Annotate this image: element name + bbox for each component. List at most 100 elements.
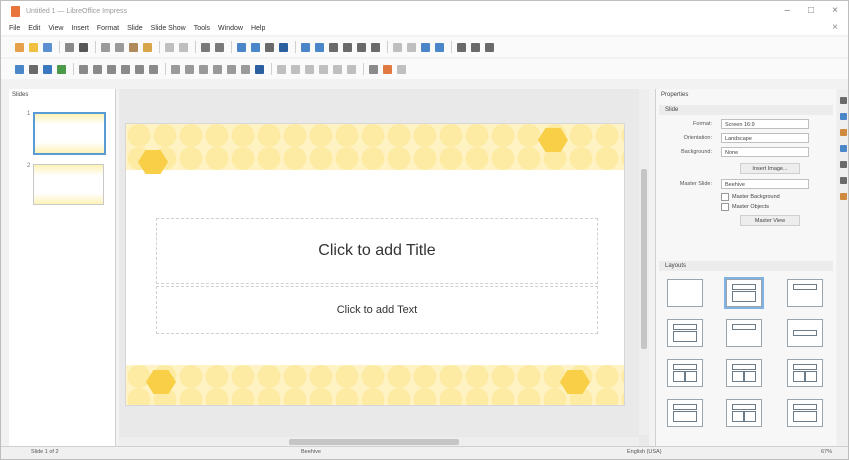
callouts-icon[interactable] — [227, 64, 236, 74]
curves-icon[interactable] — [135, 64, 144, 74]
image-icon[interactable] — [343, 42, 352, 52]
menu-view[interactable]: View — [48, 25, 63, 32]
layout-content-two[interactable] — [726, 359, 762, 387]
layout-four-content[interactable] — [787, 359, 823, 387]
helplines-icon[interactable] — [457, 42, 466, 52]
cut-icon[interactable] — [101, 42, 110, 52]
chart-icon[interactable] — [357, 42, 366, 52]
flowchart-icon[interactable] — [213, 64, 222, 74]
menu-insert[interactable]: Insert — [71, 25, 89, 32]
display-views-icon[interactable] — [237, 42, 246, 52]
insert-image-button[interactable]: Insert Image... — [740, 163, 800, 174]
background-select[interactable]: None — [721, 147, 809, 157]
menu-tools[interactable]: Tools — [194, 25, 210, 32]
start-slideshow-icon[interactable] — [279, 42, 288, 52]
shadow-icon[interactable] — [333, 64, 342, 74]
animation-deck-icon[interactable] — [840, 129, 847, 136]
menu-window[interactable]: Window — [218, 25, 243, 32]
layout-title-only[interactable] — [787, 279, 823, 307]
open-icon[interactable] — [29, 42, 38, 52]
menu-help[interactable]: Help — [251, 25, 265, 32]
layout-title-subtitle[interactable] — [787, 319, 823, 347]
vertical-scrollbar-thumb[interactable] — [641, 169, 647, 349]
undo-icon[interactable] — [165, 42, 174, 52]
layout-title-four[interactable] — [726, 399, 762, 427]
rectangle-icon[interactable] — [93, 64, 102, 74]
format-select[interactable]: Screen 16:9 — [721, 119, 809, 129]
print-icon[interactable] — [79, 42, 88, 52]
align-icon[interactable] — [291, 64, 300, 74]
maximize-icon[interactable]: □ — [808, 5, 814, 17]
master-objects-checkbox[interactable]: Master Objects — [721, 203, 769, 211]
distribute-icon[interactable] — [319, 64, 328, 74]
slide-layout-icon[interactable] — [265, 42, 274, 52]
copy-icon[interactable] — [115, 42, 124, 52]
slide-transition-deck-icon[interactable] — [840, 113, 847, 120]
minimize-icon[interactable]: – — [784, 5, 790, 17]
symbol-shapes-icon[interactable] — [185, 64, 194, 74]
new-icon[interactable] — [15, 42, 24, 52]
menu-slide[interactable]: Slide — [127, 25, 143, 32]
zoom-level[interactable]: 67% — [821, 449, 832, 455]
menu-format[interactable]: Format — [97, 25, 119, 32]
arrow-line-icon[interactable] — [121, 64, 130, 74]
layout-title-six[interactable] — [787, 399, 823, 427]
select-icon[interactable] — [15, 64, 24, 74]
properties-deck-icon[interactable] — [840, 97, 847, 104]
master-slide-icon[interactable] — [251, 42, 260, 52]
vertical-scrollbar[interactable] — [639, 89, 649, 435]
horizontal-scrollbar-thumb[interactable] — [289, 439, 459, 445]
slide-thumbnail-1[interactable] — [33, 112, 106, 155]
zoom-icon[interactable] — [29, 64, 38, 74]
new-slide-icon[interactable] — [301, 42, 310, 52]
arrange-icon[interactable] — [305, 64, 314, 74]
styles-deck-icon[interactable] — [840, 161, 847, 168]
table-icon[interactable] — [329, 42, 338, 52]
master-slide-select[interactable]: Beehive — [721, 179, 809, 189]
clone-formatting-icon[interactable] — [143, 42, 152, 52]
sidebar-section-slide[interactable]: Slide — [659, 105, 833, 115]
spelling-icon[interactable] — [215, 42, 224, 52]
layout-blank[interactable] — [667, 279, 703, 307]
layout-title-two-rows[interactable] — [667, 399, 703, 427]
brush-icon[interactable] — [383, 64, 392, 74]
slide-canvas[interactable]: Click to add Title Click to add Text — [119, 89, 649, 447]
rotate-icon[interactable] — [277, 64, 286, 74]
slide[interactable]: Click to add Title Click to add Text — [125, 123, 625, 406]
menu-file[interactable]: File — [9, 25, 20, 32]
line-icon[interactable] — [79, 64, 88, 74]
close-icon[interactable]: × — [832, 5, 838, 17]
sidebar-section-layouts[interactable]: Layouts — [659, 261, 833, 271]
basic-shapes-icon[interactable] — [171, 64, 180, 74]
snap-icon[interactable] — [471, 42, 480, 52]
text-placeholder[interactable]: Click to add Text — [156, 286, 598, 334]
duplicate-slide-icon[interactable] — [315, 42, 324, 52]
menu-edit[interactable]: Edit — [28, 25, 40, 32]
slide-thumbnail-2[interactable] — [33, 164, 104, 205]
3d-objects-icon[interactable] — [255, 64, 264, 74]
ellipse-icon[interactable] — [107, 64, 116, 74]
navigator-deck-icon[interactable] — [840, 193, 847, 200]
crop-icon[interactable] — [347, 64, 356, 74]
layout-title-content-2[interactable] — [667, 319, 703, 347]
menu-slide-show[interactable]: Slide Show — [151, 25, 186, 32]
master-slides-deck-icon[interactable] — [840, 145, 847, 152]
close-document-icon[interactable]: × — [832, 22, 838, 33]
textbox-icon[interactable] — [371, 42, 380, 52]
redo-icon[interactable] — [179, 42, 188, 52]
title-placeholder[interactable]: Click to add Title — [156, 218, 598, 284]
show-draw-functions-icon[interactable] — [421, 42, 430, 52]
find-replace-icon[interactable] — [201, 42, 210, 52]
layout-title-content[interactable] — [724, 277, 764, 309]
connector-icon[interactable] — [149, 64, 158, 74]
grid-icon[interactable] — [435, 42, 444, 52]
orientation-select[interactable]: Landscape — [721, 133, 809, 143]
glue-icon[interactable] — [397, 64, 406, 74]
master-view-button[interactable]: Master View — [740, 215, 800, 226]
block-arrows-icon[interactable] — [199, 64, 208, 74]
language-status[interactable]: English (USA) — [627, 449, 662, 455]
hyperlink-icon[interactable] — [407, 42, 416, 52]
filter-icon[interactable] — [369, 64, 378, 74]
stars-icon[interactable] — [241, 64, 250, 74]
layout-centered-text[interactable] — [726, 319, 762, 347]
